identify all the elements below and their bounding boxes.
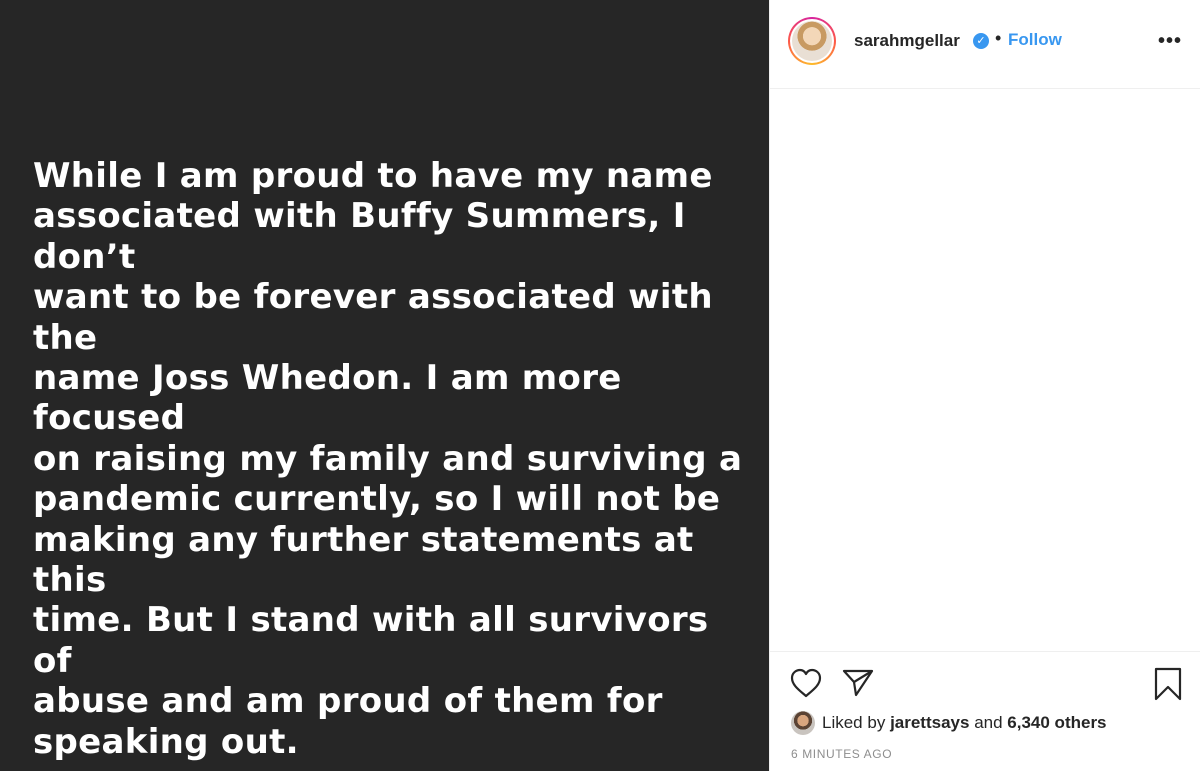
follow-button[interactable]: Follow (1008, 30, 1062, 50)
avatar (792, 21, 832, 61)
paper-plane-icon[interactable] (842, 668, 874, 698)
post-timestamp[interactable]: 6 MINUTES AGO (791, 747, 892, 761)
heart-icon[interactable] (790, 668, 822, 698)
separator-dot: • (995, 28, 1002, 48)
username-link[interactable]: sarahmgellar (854, 31, 960, 51)
instagram-post: While I am proud to have my name associa… (0, 0, 1200, 771)
post-header: sarahmgellar ✓ • Follow ••• (770, 0, 1200, 89)
verified-badge-icon: ✓ (973, 33, 989, 49)
more-options-button[interactable]: ••• (1158, 30, 1182, 53)
liker-username-link[interactable]: jarettsays (890, 713, 969, 733)
story-ring[interactable] (788, 17, 836, 65)
post-sidebar: sarahmgellar ✓ • Follow ••• Liked by jar… (769, 0, 1200, 771)
action-bar (770, 653, 1200, 709)
bookmark-icon[interactable] (1153, 667, 1183, 701)
liker-avatar[interactable] (791, 711, 815, 735)
post-image-text: While I am proud to have my name associa… (33, 156, 743, 762)
likes-joiner: and (974, 713, 1003, 732)
comments-area (770, 89, 1200, 652)
likes-count-link[interactable]: 6,340 others (1007, 713, 1106, 733)
likes-summary: Liked by jarettsays and 6,340 others (791, 710, 1107, 736)
post-image[interactable]: While I am proud to have my name associa… (0, 0, 769, 771)
likes-prefix: Liked by (822, 713, 886, 732)
